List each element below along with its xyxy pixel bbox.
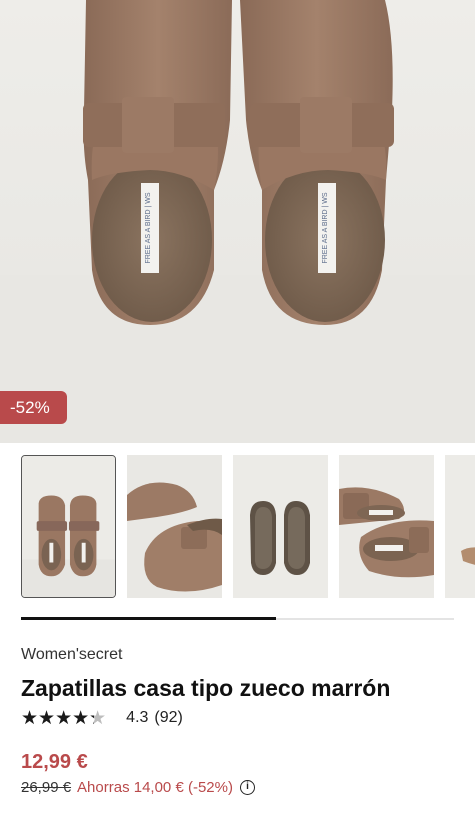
svg-text:FREE AS A BIRD | WS: FREE AS A BIRD | WS — [145, 192, 152, 263]
gallery-scrollbar-thumb[interactable] — [21, 617, 277, 620]
left-slipper: FREE AS A BIRD | WS — [83, 0, 232, 325]
product-title: Zapatillas casa tipo zueco marrón — [21, 675, 391, 701]
star-rating: ★★★★★ ★★★★★ — [21, 707, 107, 729]
savings-text: Ahorras 14,00 € (-52%) — [77, 779, 233, 796]
discount-badge: -52% — [0, 391, 67, 424]
thumbnail-front-view[interactable] — [21, 455, 116, 598]
thumbnail-top-view[interactable] — [339, 455, 434, 598]
slippers-photo: FREE AS A BIRD | WS FREE AS A BIRD | WS — [0, 0, 475, 443]
thumbnail-sole-view[interactable] — [233, 455, 328, 598]
info-icon[interactable]: i — [239, 780, 255, 795]
gallery-scrollbar[interactable] — [21, 617, 454, 620]
current-price: 12,99 € — [21, 751, 88, 773]
thumbnail-gallery[interactable] — [21, 455, 475, 598]
original-price: 26,99 € — [21, 779, 72, 796]
thumbnail-side-view[interactable] — [127, 455, 222, 598]
product-main-image[interactable]: FREE AS A BIRD | WS FREE AS A BIRD | WS — [0, 0, 475, 443]
brand-name[interactable]: Women'secret — [21, 646, 122, 664]
review-count[interactable]: (92) — [154, 709, 182, 727]
price-details: 26,99 € Ahorras 14,00 € (-52%) i — [21, 779, 255, 796]
rating-row[interactable]: ★★★★★ ★★★★★ 4.3 (92) — [21, 707, 183, 729]
svg-text:FREE AS A BIRD | WS: FREE AS A BIRD | WS — [322, 192, 329, 263]
thumbnail-partial-view[interactable] — [445, 455, 475, 598]
rating-value: 4.3 — [126, 709, 149, 726]
